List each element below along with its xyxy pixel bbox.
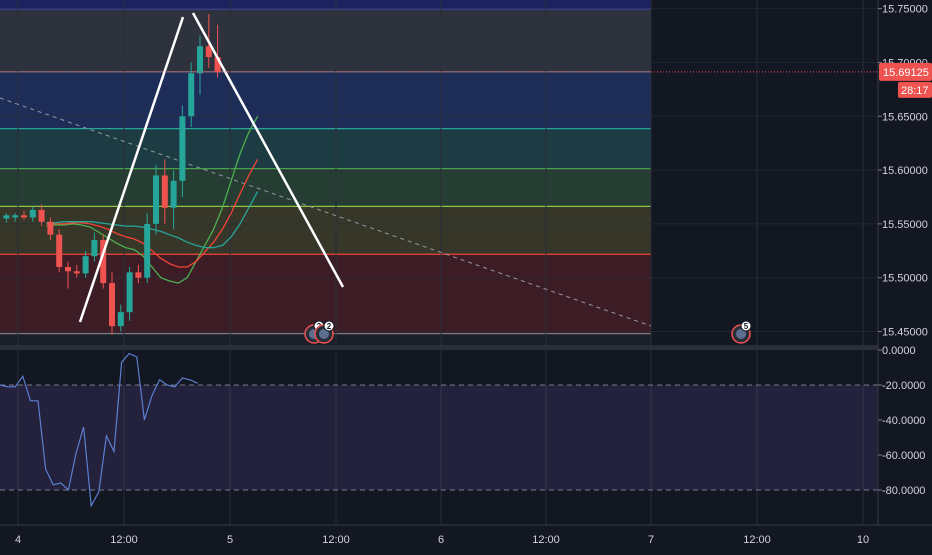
price-tick-label-4: 15.55000	[882, 219, 928, 231]
event-badge-count-1: 2	[327, 322, 332, 331]
candle-body-10	[91, 240, 98, 257]
candle-body-3	[29, 209, 36, 218]
oscillator-tick-label-1: -20.0000	[882, 380, 925, 392]
time-tick-label-7: 12:00	[743, 534, 771, 546]
price-tick-label-0: 15.75000	[882, 4, 928, 16]
price-tick-label-5: 15.50000	[882, 273, 928, 285]
oscillator-tick-label-2: -40.0000	[882, 415, 925, 427]
time-tick-label-5: 12:00	[532, 534, 560, 546]
price-tick-label-3: 15.60000	[882, 165, 928, 177]
candle-body-18	[161, 175, 168, 208]
candle-body-2	[21, 215, 27, 218]
fib-zone-1	[0, 71, 651, 129]
pane-separator[interactable]	[0, 345, 932, 350]
time-axis-background	[0, 525, 932, 550]
candle-body-4	[38, 209, 45, 222]
oscillator-tick-label-3: -60.0000	[882, 450, 925, 462]
candle-body-5	[47, 221, 54, 235]
candle-body-7	[65, 266, 71, 272]
candle-body-20	[179, 116, 186, 181]
candle-body-16	[144, 223, 151, 278]
time-tick-label-4: 6	[438, 534, 444, 546]
candle-body-8	[73, 271, 80, 274]
countdown-label: 28:17	[901, 85, 929, 97]
time-tick-label-1: 12:00	[110, 534, 138, 546]
price-tick-label-6: 15.45000	[882, 327, 928, 339]
trading-chart[interactable]: 22515.7500015.7000015.6500015.6000015.55…	[0, 0, 932, 550]
candle-body-14	[126, 272, 133, 313]
candle-body-15	[135, 272, 142, 278]
time-tick-label-3: 12:00	[322, 534, 350, 546]
candle-body-21	[188, 73, 195, 117]
fib-zone-4	[0, 206, 651, 255]
candle-body-19	[170, 180, 177, 208]
candle-body-12	[109, 283, 115, 327]
chart-root: 22515.7500015.7000015.6500015.6000015.55…	[0, 0, 932, 550]
time-tick-label-2: 5	[227, 534, 233, 546]
oscillator-band	[0, 385, 878, 490]
candle-body-0	[3, 215, 10, 219]
time-tick-label-8: 10	[857, 534, 869, 546]
oscillator-tick-label-0: 0.0000	[882, 345, 916, 357]
candle-body-17	[153, 175, 159, 224]
candle-body-22	[197, 46, 203, 74]
candle-body-13	[117, 312, 124, 327]
time-tick-label-0: 4	[15, 534, 21, 546]
fib-zone-0	[0, 4, 651, 72]
oscillator-tick-label-4: -80.0000	[882, 485, 925, 497]
fib-zone-3	[0, 168, 651, 207]
price-tick-label-2: 15.65000	[882, 111, 928, 123]
candle-body-9	[82, 256, 89, 274]
fib-top-band	[0, 0, 651, 9]
candle-body-1	[12, 215, 19, 218]
time-tick-label-6: 7	[648, 534, 654, 546]
current-price-label: 15.69125	[883, 67, 929, 79]
event-badge-count-2: 5	[744, 322, 749, 331]
candle-body-6	[56, 234, 63, 267]
fib-zone-2	[0, 128, 651, 169]
